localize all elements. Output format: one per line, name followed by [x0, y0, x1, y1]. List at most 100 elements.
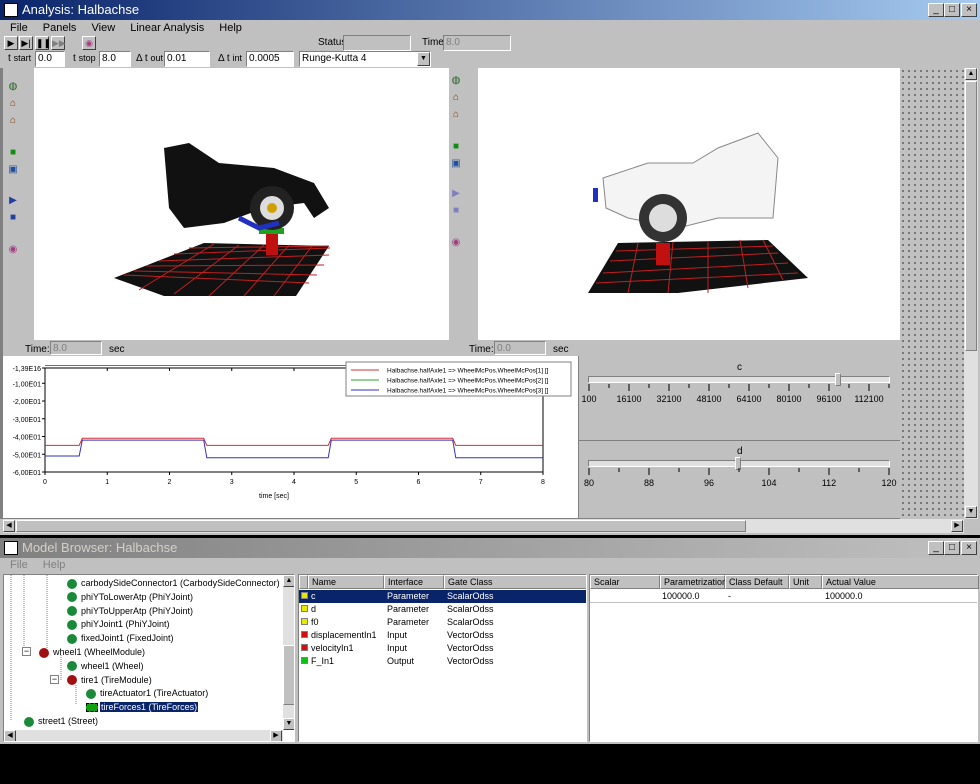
play-button[interactable]: ▶: [4, 36, 18, 50]
col-header-actual-value[interactable]: Actual Value: [822, 575, 979, 589]
cell-interface: Input: [387, 630, 408, 640]
tree-item[interactable]: tireActuator1 (TireActuator): [86, 687, 208, 700]
step-button[interactable]: ▶|: [19, 36, 33, 50]
maximize-button[interactable]: □: [944, 3, 960, 17]
tree-item[interactable]: tire1 (TireModule): [67, 674, 152, 687]
slider-c-track[interactable]: [588, 376, 890, 383]
tree-item[interactable]: phiYToLowerAtp (PhiYJoint): [67, 591, 193, 604]
pause-button[interactable]: ❚❚: [35, 36, 51, 50]
tree-item[interactable]: tireForces1 (TireForces): [86, 701, 199, 714]
vertical-scrollbar[interactable]: ▲ ▼: [964, 68, 978, 519]
analysis-titlebar[interactable]: Analysis: Halbachse _ □ ×: [0, 0, 980, 20]
globe-icon[interactable]: ◍: [6, 80, 20, 94]
view-play-icon[interactable]: ▶: [449, 187, 463, 201]
fast-forward-button[interactable]: ▶▶: [51, 36, 66, 50]
tree-item[interactable]: wheel1 (Wheel): [67, 660, 144, 673]
detail-table[interactable]: Scalar Parametrization* Class Default Un…: [589, 574, 979, 742]
frame-icon[interactable]: ▣: [6, 163, 20, 177]
col-header-name[interactable]: Name: [308, 575, 384, 589]
parameter-row[interactable]: velocityIn1 Input VectorOdss: [299, 642, 586, 655]
parameter-table[interactable]: Name Interface Gate Class c Parameter Scal…: [298, 574, 587, 742]
tree-vscrollbar[interactable]: ▲ ▼: [283, 575, 294, 730]
dt-out-input[interactable]: 0.01: [164, 51, 210, 67]
cube-icon[interactable]: ■: [6, 146, 20, 160]
menu-linear-analysis[interactable]: Linear Analysis: [130, 19, 204, 37]
parameter-row[interactable]: displacementIn1 Input VectorOdss: [299, 629, 586, 642]
menu-file[interactable]: File: [10, 19, 28, 37]
parameter-row[interactable]: F_In1 Output VectorOdss: [299, 655, 586, 668]
view-stop-icon[interactable]: ■: [6, 211, 20, 225]
col-header-gate-class[interactable]: Gate Class: [444, 575, 586, 589]
scroll-thumb-horizontal[interactable]: [16, 520, 746, 532]
tree-item[interactable]: fixedJoint1 (FixedJoint): [67, 632, 174, 645]
tree-item[interactable]: wheel1 (WheelModule): [39, 646, 145, 659]
slider-c-label: c: [737, 362, 742, 373]
tree-item[interactable]: carbodySideConnector1 (CarbodySideConnec…: [67, 577, 280, 590]
chevron-down-icon[interactable]: ▼: [417, 52, 430, 66]
scale-label: 80100: [776, 394, 801, 404]
t-start-input[interactable]: 0.0: [35, 51, 65, 67]
view-play-icon[interactable]: ▶: [6, 194, 20, 208]
view-stop-icon[interactable]: ■: [449, 204, 463, 218]
solver-select[interactable]: Runge-Kutta 4 ▼: [299, 51, 431, 67]
cell-gate: ScalarOdss: [447, 617, 494, 627]
cell-gate: VectorOdss: [447, 643, 494, 653]
dotted-background: [900, 68, 964, 519]
col-header-parametrization[interactable]: Parametrization*: [660, 575, 731, 589]
col-header-scalar[interactable]: Scalar: [590, 575, 660, 589]
menu-help[interactable]: Help: [219, 19, 242, 37]
home-icon[interactable]: ⌂: [449, 91, 463, 105]
minimize-button[interactable]: _: [928, 3, 944, 17]
browser-titlebar[interactable]: Model Browser: Halbachse _ □ ×: [0, 538, 980, 558]
globe-icon[interactable]: ◍: [449, 74, 463, 88]
col-header-interface[interactable]: Interface: [384, 575, 444, 589]
tree-item[interactable]: street1 (Street): [24, 715, 98, 728]
col-header-marker[interactable]: [299, 575, 308, 589]
palette-icon[interactable]: ◉: [6, 243, 20, 257]
scroll-left-button[interactable]: ◀: [3, 520, 15, 532]
maximize-button[interactable]: □: [944, 541, 960, 555]
col-header-unit[interactable]: Unit: [789, 575, 822, 589]
scroll-right-button[interactable]: ▶: [270, 730, 282, 741]
scroll-up-button[interactable]: ▲: [965, 68, 977, 80]
tree-scroll-thumb[interactable]: [283, 645, 294, 705]
expand-toggle[interactable]: −: [50, 674, 59, 684]
menu-help[interactable]: Help: [43, 556, 66, 574]
palette-icon[interactable]: ◉: [449, 236, 463, 250]
model-tree[interactable]: carbodySideConnector1 (CarbodySideConnec…: [3, 574, 295, 742]
expand-toggle[interactable]: −: [22, 647, 31, 656]
t-stop-input[interactable]: 8.0: [99, 51, 131, 67]
menu-panels[interactable]: Panels: [43, 19, 77, 37]
view1-unit: sec: [109, 344, 125, 355]
scroll-down-button[interactable]: ▼: [283, 718, 294, 730]
col-header-class-default[interactable]: Class Default: [725, 575, 789, 589]
scroll-left-button[interactable]: ◀: [4, 730, 16, 741]
tree-item[interactable]: phiYToUpperAtp (PhiYJoint): [67, 605, 193, 618]
frame-icon[interactable]: ▣: [449, 157, 463, 171]
menu-file[interactable]: File: [10, 556, 28, 574]
cube-icon[interactable]: ■: [449, 140, 463, 154]
tree-item[interactable]: phiYJoint1 (PhiYJoint): [67, 618, 170, 631]
horizontal-scrollbar[interactable]: ◀ ▶: [3, 519, 964, 533]
close-button[interactable]: ×: [961, 3, 977, 17]
scroll-up-button[interactable]: ▲: [283, 575, 294, 587]
dt-int-input[interactable]: 0.0005: [246, 51, 294, 67]
minimize-button[interactable]: _: [928, 541, 944, 555]
close-button[interactable]: ×: [961, 541, 977, 555]
3d-view-1[interactable]: [34, 68, 449, 340]
home-icon[interactable]: ⌂: [6, 97, 20, 111]
parameter-row[interactable]: f0 Parameter ScalarOdss: [299, 616, 586, 629]
tree-hscrollbar[interactable]: ◀ ▶: [4, 730, 283, 741]
scroll-right-button[interactable]: ▶: [951, 520, 963, 532]
menu-view[interactable]: View: [92, 19, 116, 37]
3d-view-2[interactable]: [478, 68, 900, 340]
detail-parametrization[interactable]: 100000.0: [662, 590, 700, 603]
detail-row[interactable]: 100000.0 - 100000.0: [590, 590, 977, 603]
home-alt-icon[interactable]: ⌂: [6, 114, 20, 128]
home-alt-icon[interactable]: ⌂: [449, 108, 463, 122]
scroll-down-button[interactable]: ▼: [965, 506, 977, 518]
parameter-row[interactable]: d Parameter ScalarOdss: [299, 603, 586, 616]
scroll-thumb-vertical[interactable]: [965, 81, 977, 351]
settings-icon[interactable]: ◉: [82, 36, 96, 50]
parameter-row[interactable]: c Parameter ScalarOdss: [299, 590, 586, 603]
